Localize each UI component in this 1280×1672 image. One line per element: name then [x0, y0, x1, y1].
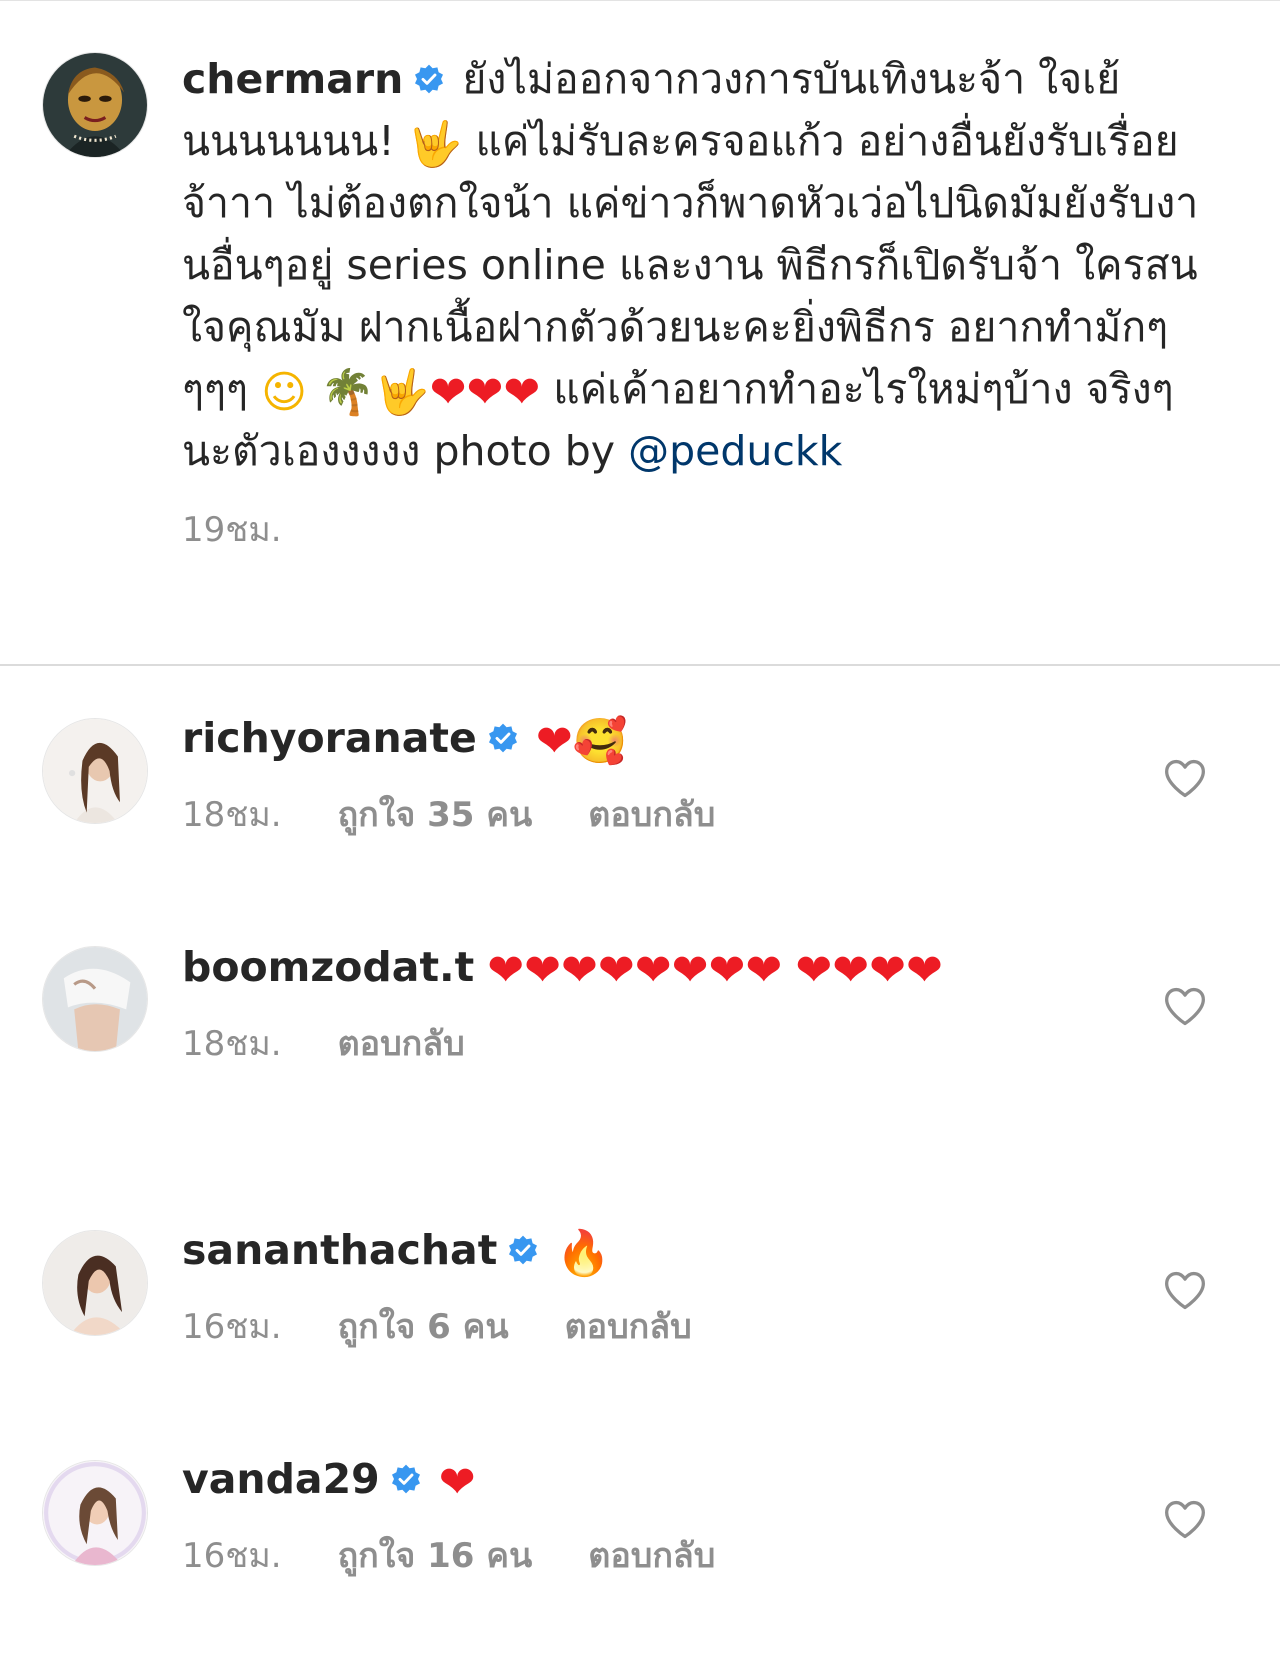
comment-time: 16ชม. — [182, 1536, 282, 1576]
comment-body: richyoranate ❤🥰 18ชม. ถูกใจ 35 คน ตอบกลับ — [182, 707, 1222, 835]
post-time: 19ชม. — [182, 510, 282, 550]
red-heart-emoji: ❤ — [438, 1457, 476, 1508]
avatar-vanda29[interactable] — [42, 1460, 148, 1566]
red-heart-emoji: ❤ — [708, 945, 746, 996]
comment-username[interactable]: richyoranate — [182, 714, 477, 762]
likes-count[interactable]: ถูกใจ 16 คน — [338, 1536, 533, 1576]
red-heart-emoji: ❤ — [795, 945, 833, 996]
post-caption-block: chermarn ยังไม่ออกจากวงการบันเทิงนะจ้า ใ… — [182, 48, 1222, 550]
verified-badge-icon — [413, 63, 445, 95]
red-heart-emoji: ❤ — [597, 945, 635, 996]
red-heart-emoji: ❤ — [869, 945, 906, 996]
comment-text: sananthachat 🔥 — [182, 1219, 1222, 1281]
red-heart-emoji: ❤ — [429, 367, 467, 418]
mention-link[interactable]: @peduckk — [628, 427, 842, 475]
likes-count[interactable]: ถูกใจ 35 คน — [338, 795, 533, 835]
comment-body: boomzodat.t ❤❤❤❤❤❤❤❤ ❤❤❤❤ 18ชม. ตอบกลับ — [182, 936, 1222, 1064]
divider — [0, 664, 1280, 666]
post-meta: 19ชม. — [182, 510, 1222, 550]
comment-body: vanda29 ❤ 16ชม. ถูกใจ 16 คน ตอบกลับ — [182, 1448, 1222, 1576]
comment-time: 18ชม. — [182, 1024, 282, 1064]
smiling-face-with-hearts-emoji: 🥰 — [572, 716, 628, 767]
comment-text: vanda29 ❤ — [182, 1448, 1222, 1510]
red-heart-emoji: ❤ — [487, 945, 525, 996]
red-heart-emoji: ❤ — [535, 716, 573, 767]
comment-meta: 18ชม. ถูกใจ 35 คน ตอบกลับ — [182, 795, 1222, 835]
red-heart-emoji: ❤ — [634, 945, 672, 996]
rock-hand-emoji: 🤟 — [407, 119, 463, 170]
red-heart-emoji: ❤ — [503, 367, 541, 418]
likes-count[interactable]: ถูกใจ 6 คน — [338, 1307, 509, 1347]
avatar-boomzodat[interactable] — [42, 946, 148, 1052]
comment-time: 16ชม. — [182, 1307, 282, 1347]
reply-button[interactable]: ตอบกลับ — [588, 795, 715, 835]
top-border — [0, 0, 1280, 1]
heart-outline-icon[interactable] — [1163, 1498, 1207, 1542]
red-heart-emoji: ❤ — [745, 945, 783, 996]
fire-emoji: 🔥 — [556, 1228, 612, 1279]
comment-username[interactable]: sananthachat — [182, 1226, 497, 1274]
red-heart-emoji: ❤ — [466, 367, 504, 418]
comment-text: boomzodat.t ❤❤❤❤❤❤❤❤ ❤❤❤❤ — [182, 936, 1222, 998]
post-caption: chermarn ยังไม่ออกจากวงการบันเทิงนะจ้า ใ… — [182, 48, 1222, 482]
verified-badge-icon — [507, 1234, 539, 1266]
smiling-face-emoji: ☺ — [261, 367, 307, 418]
comment-meta: 18ชม. ตอบกลับ — [182, 1024, 1222, 1064]
comment-username[interactable]: vanda29 — [182, 1455, 380, 1503]
reply-button[interactable]: ตอบกลับ — [588, 1536, 715, 1576]
red-heart-emoji: ❤ — [832, 945, 870, 996]
avatar-chermarn[interactable] — [42, 52, 148, 158]
red-heart-emoji: ❤ — [524, 945, 562, 996]
heart-outline-icon[interactable] — [1163, 985, 1207, 1029]
heart-outline-icon[interactable] — [1163, 757, 1207, 801]
comment-time: 18ชม. — [182, 795, 282, 835]
verified-badge-icon — [390, 1463, 422, 1495]
comment-body: sananthachat 🔥 16ชม. ถูกใจ 6 คน ตอบกลับ — [182, 1219, 1222, 1347]
reply-button[interactable]: ตอบกลับ — [565, 1307, 692, 1347]
red-heart-emoji: ❤ — [671, 945, 709, 996]
avatar-sananthachat[interactable] — [42, 1230, 148, 1336]
heart-outline-icon[interactable] — [1163, 1269, 1207, 1313]
avatar-richyoranate[interactable] — [42, 718, 148, 824]
comment-meta: 16ชม. ถูกใจ 16 คน ตอบกลับ — [182, 1536, 1222, 1576]
red-heart-emoji: ❤ — [561, 945, 598, 996]
rock-hand-emoji: 🤟 — [374, 367, 430, 418]
verified-badge-icon — [487, 722, 519, 754]
comment-username[interactable]: boomzodat.t — [182, 943, 474, 991]
palm-tree-emoji: 🌴 — [320, 367, 375, 418]
post-username[interactable]: chermarn — [182, 55, 403, 103]
red-heart-emoji: ❤ — [905, 945, 943, 996]
comment-text: richyoranate ❤🥰 — [182, 707, 1222, 769]
reply-button[interactable]: ตอบกลับ — [338, 1024, 465, 1064]
comment-meta: 16ชม. ถูกใจ 6 คน ตอบกลับ — [182, 1307, 1222, 1347]
